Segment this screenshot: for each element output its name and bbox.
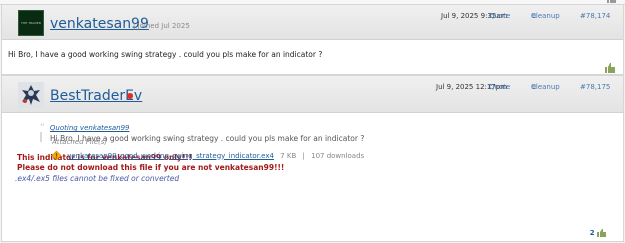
- avatar-image: [18, 82, 44, 108]
- quoting-user-link[interactable]: Quoting venkatesan99: [50, 124, 130, 132]
- file-icon: [51, 150, 62, 161]
- online-status-dot: [127, 93, 133, 99]
- post-body: Hi Bro, I have a good working swing stra…: [8, 50, 323, 59]
- quote-bar: [40, 132, 42, 142]
- avatar[interactable]: [18, 82, 44, 108]
- quote-header: “ Quoting venkatesan99: [40, 123, 130, 133]
- avatar[interactable]: THE TRADER: [18, 10, 44, 36]
- post-number-link[interactable]: #78,174: [580, 12, 610, 20]
- forum-post: THE TRADER venkatesan99 | Joined Jul 202…: [1, 4, 624, 75]
- attachment-link[interactable]: venkatesan99_good_working_swing_strategy…: [67, 152, 274, 160]
- warning-line-2: Please do not download this file if you …: [17, 163, 285, 172]
- post-number-link[interactable]: #78,175: [580, 83, 610, 91]
- attachment-row: venkatesan99_good_working_swing_strategy…: [51, 150, 365, 161]
- post-header: BestTraderEv Jul 9, 2025 12:17pm “ Quote…: [2, 76, 623, 113]
- post-header: THE TRADER venkatesan99 | Joined Jul 202…: [2, 5, 623, 40]
- joined-date: | Joined Jul 2025: [133, 22, 190, 30]
- attachment-size: 7 KB: [280, 151, 297, 160]
- file-notice: .ex4/.ex5 files cannot be fixed or conve…: [15, 174, 180, 183]
- like-counter[interactable]: 2: [590, 229, 607, 237]
- attachment-downloads: 107 downloads: [311, 151, 365, 160]
- like-icon[interactable]: [597, 63, 617, 73]
- attached-files-label: Attached File(s): [52, 138, 108, 146]
- attachment-divider: |: [302, 151, 305, 160]
- like-icon[interactable]: [607, 0, 617, 3]
- like-icon: [597, 229, 606, 237]
- avatar-text: THE TRADER: [20, 21, 42, 25]
